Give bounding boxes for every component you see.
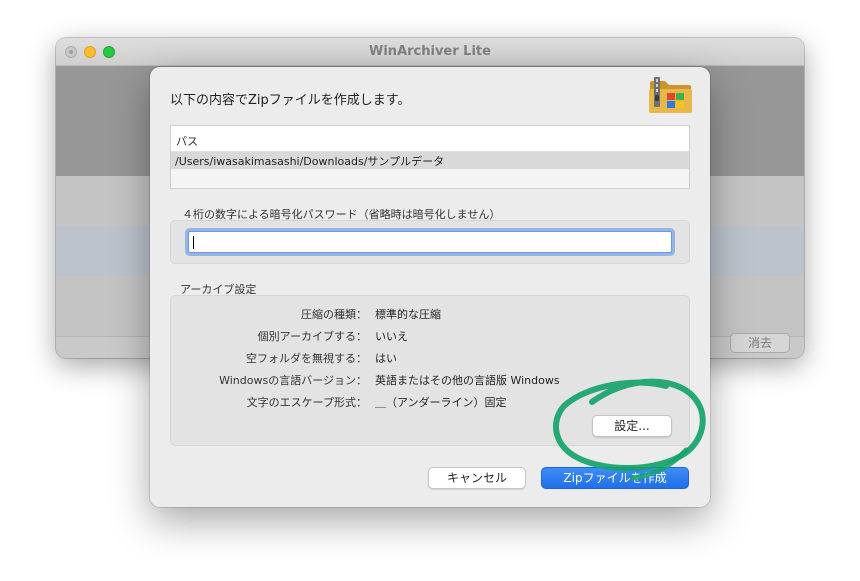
setting-key: 空フォルダを無視する： xyxy=(246,352,367,365)
window-title: WinArchiver Lite xyxy=(369,44,491,59)
dialog-heading: 以下の内容でZipファイルを作成します。 xyxy=(170,93,411,108)
setting-row-compression: 圧縮の種類： 標準的な圧縮 xyxy=(171,306,689,322)
setting-key: 個別アーカイブする： xyxy=(257,330,367,343)
setting-value: 英語またはその他の言語版 Windows xyxy=(375,374,560,387)
path-column-header[interactable]: パス xyxy=(171,126,689,152)
setting-value: いいえ xyxy=(375,330,408,343)
setting-value: はい xyxy=(375,352,397,365)
path-table: パス /Users/iwasakimasashi/Downloads/サンプルデ… xyxy=(170,125,690,189)
main-titlebar: WinArchiver Lite xyxy=(56,38,804,66)
settings-button[interactable]: 設定... xyxy=(592,415,672,437)
setting-value: 標準的な圧縮 xyxy=(375,308,441,321)
erase-button[interactable]: 消去 xyxy=(730,333,790,353)
setting-key: Windowsの言語バージョン： xyxy=(219,374,367,387)
path-row-empty xyxy=(171,169,689,188)
password-group xyxy=(170,220,690,264)
cancel-button[interactable]: キャンセル xyxy=(428,467,526,489)
archive-folder-icon xyxy=(649,77,692,113)
path-row[interactable]: /Users/iwasakimasashi/Downloads/サンプルデータ xyxy=(171,152,689,169)
setting-row-windows-lang: Windowsの言語バージョン： 英語またはその他の言語版 Windows xyxy=(171,372,689,388)
setting-key: 文字のエスケープ形式： xyxy=(246,396,367,409)
create-zip-button[interactable]: Zipファイルを作成 xyxy=(541,467,689,489)
setting-key: 圧縮の種類： xyxy=(301,308,367,321)
setting-row-escape: 文字のエスケープ形式： ＿（アンダーライン）固定 xyxy=(171,394,689,410)
setting-row-individual: 個別アーカイブする： いいえ xyxy=(171,328,689,344)
password-input[interactable] xyxy=(188,231,672,253)
text-caret xyxy=(193,236,194,249)
setting-row-empty-folders: 空フォルダを無視する： はい xyxy=(171,350,689,366)
setting-value: ＿（アンダーライン）固定 xyxy=(375,396,507,409)
create-zip-dialog: 以下の内容でZipファイルを作成します。 パス /Users/iwasakima… xyxy=(150,67,710,507)
